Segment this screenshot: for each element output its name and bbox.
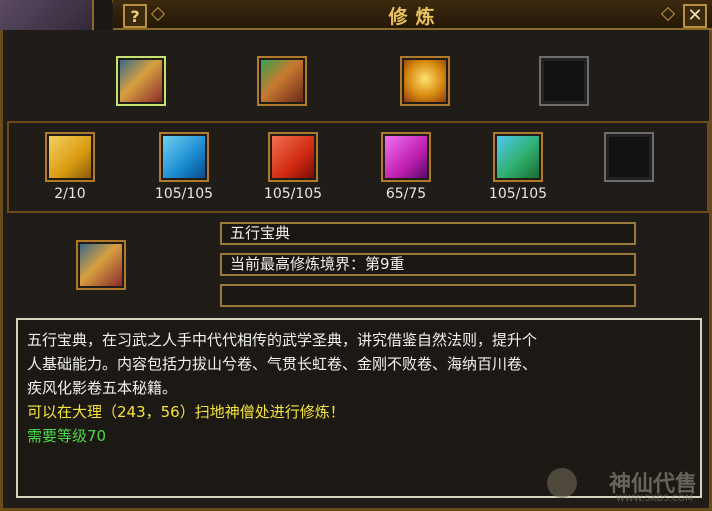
watermark-logo-icon: [547, 468, 577, 498]
location-text: 可以在大理（243，56）扫地神僧处进行修炼！: [27, 403, 345, 421]
description-line: 疾风化影卷五本秘籍。: [27, 379, 178, 397]
extra-field: [220, 284, 636, 307]
empty-slot[interactable]: [604, 132, 654, 182]
book-count: 65/75: [385, 186, 427, 202]
title-bar[interactable]: 修炼: [113, 0, 712, 30]
description-line: 五行宝典，在习武之人手中代代相传的武学圣典，讲究借鉴自然法则，提升个: [27, 331, 538, 349]
cultivation-window: 修炼 ? ✕ 2/10 105/105 105/105 65/75 105/10…: [0, 0, 712, 511]
book-stack-icon[interactable]: [116, 56, 166, 106]
purple-book-icon[interactable]: [381, 132, 431, 182]
green-book-icon[interactable]: [493, 132, 543, 182]
help-button[interactable]: ?: [123, 4, 147, 28]
book-count: 2/10: [54, 186, 86, 202]
empty-slot[interactable]: [539, 56, 589, 106]
red-book-icon[interactable]: [268, 132, 318, 182]
window-title: 修炼: [388, 6, 443, 28]
yellow-book-icon[interactable]: [45, 132, 95, 182]
book-name-field: 五行宝典: [220, 222, 636, 245]
book-count: 105/105: [154, 186, 214, 202]
description-box: 五行宝典，在习武之人手中代代相传的武学圣典，讲究借鉴自然法则，提升个 人基础能力…: [16, 318, 702, 498]
close-button[interactable]: ✕: [683, 4, 707, 28]
description-line: 人基础能力。内容包括力拔山兮卷、气贯长虹卷、金刚不败卷、海纳百川卷、: [27, 355, 538, 373]
book-count: 105/105: [263, 186, 323, 202]
book-count: 105/105: [488, 186, 548, 202]
scroll-bundle-icon[interactable]: [257, 56, 307, 106]
level-requirement: 需要等级70: [27, 427, 107, 445]
watermark-url: WWW.SXDS.COM: [615, 494, 693, 504]
corner-decoration: [0, 0, 112, 30]
treasure-chest-icon[interactable]: [400, 56, 450, 106]
blue-book-icon[interactable]: [159, 132, 209, 182]
realm-field: 当前最高修炼境界：第9重: [220, 253, 636, 276]
selected-book-icon: [76, 240, 126, 290]
